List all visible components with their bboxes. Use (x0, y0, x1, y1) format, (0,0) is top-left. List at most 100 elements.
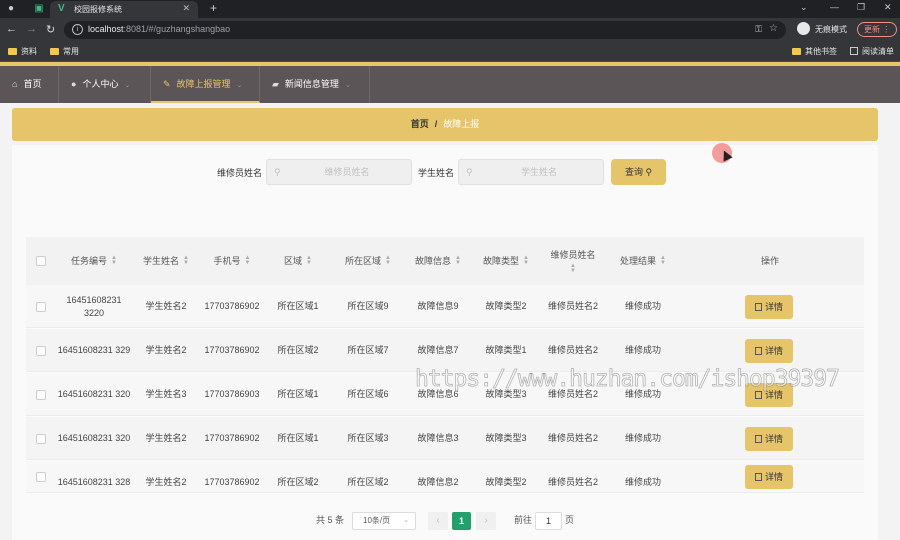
forward-arrow-icon[interactable]: → (26, 23, 37, 35)
key-icon[interactable]: ⚿ (755, 24, 762, 35)
sort-icon[interactable]: ▲ ▼ (183, 255, 189, 266)
nav-item-personal-center[interactable]: ● 个人中心 ⌄ (59, 66, 151, 103)
cell-area: 所在区域2 (277, 477, 319, 487)
vue-logo-icon: V (58, 3, 65, 14)
cell-student-name: 学生姓名2 (145, 345, 187, 355)
nav-item-fault-report-management[interactable]: ✎ 故障上报管理 ⌄ (151, 66, 260, 103)
top-navigation: ⌂ 首页 ● 个人中心 ⌄ ✎ 故障上报管理 ⌄ ▰ 新闻信息管理 ⌄ (0, 66, 900, 103)
bookmarks-bar: 资料 常用 其他书签 阅读清单 (0, 42, 900, 62)
bookmark-star-icon[interactable]: ☆ (769, 23, 778, 34)
column-header-student-name[interactable]: 学生姓名 ▲ ▼ (132, 237, 200, 285)
column-header-phone[interactable]: 手机号 ▲ ▼ (200, 237, 264, 285)
chevron-down-icon: ⌄ (344, 82, 351, 89)
cell-fault-info: 故障信息2 (417, 477, 459, 487)
cell-student-name: 学生姓名2 (145, 301, 187, 311)
column-header-fault-info[interactable]: 故障信息 ▲ ▼ (404, 237, 472, 285)
student-name-field[interactable]: ⚲ (458, 159, 604, 185)
cell-task-no: 16451608231 320 (57, 433, 131, 443)
column-header-repairer[interactable]: 维修员姓名 ▲ ▼ (540, 237, 606, 285)
search-icon: ⚲ (274, 167, 281, 177)
cell-fault-type: 故障类型2 (485, 477, 527, 487)
incognito-label: 无痕模式 (815, 25, 847, 34)
row-checkbox[interactable] (36, 434, 46, 444)
browser-menu-icon[interactable]: ● (4, 2, 18, 16)
row-checkbox[interactable] (36, 390, 46, 400)
minimize-icon[interactable]: — (830, 2, 839, 12)
student-name-input[interactable] (479, 165, 599, 179)
tab-search-icon[interactable]: ⌄ (800, 2, 808, 13)
search-icon: ⚲ (645, 167, 653, 177)
page-size-select[interactable]: 10条/页 ⌄ (352, 512, 416, 530)
sort-icon[interactable]: ▲ ▼ (455, 255, 461, 266)
incognito-avatar-icon[interactable] (797, 22, 810, 35)
repairer-name-input[interactable] (287, 165, 407, 179)
column-header-area[interactable]: 区域 ▲ ▼ (264, 237, 332, 285)
cell-location: 所在区域2 (347, 477, 389, 487)
search-icon: ⚲ (466, 167, 473, 177)
sort-icon[interactable]: ▲ ▼ (245, 255, 251, 266)
site-info-icon[interactable]: i (72, 24, 83, 35)
column-header-result[interactable]: 处理结果 ▲ ▼ (606, 237, 680, 285)
reading-list[interactable]: 阅读清单 (850, 46, 894, 57)
sort-icon[interactable]: ▲ ▼ (306, 255, 312, 266)
sort-icon[interactable]: ▲ ▼ (660, 255, 666, 266)
bookmark-folder-changyong[interactable]: 常用 (50, 46, 79, 57)
detail-button[interactable]: 详情 (745, 465, 793, 489)
goto-page-input[interactable]: 1 (535, 512, 562, 530)
cell-fault-info: 故障信息9 (417, 301, 459, 311)
other-bookmarks[interactable]: 其他书签 (792, 46, 837, 57)
row-checkbox[interactable] (36, 472, 46, 482)
breadcrumb-home[interactable]: 首页 (411, 119, 429, 129)
column-header-location[interactable]: 所在区域 ▲ ▼ (332, 237, 404, 285)
next-page-button[interactable]: › (476, 512, 496, 530)
chevron-down-icon: ⌄ (403, 517, 409, 524)
cell-location: 所在区域7 (347, 345, 389, 355)
column-header-task-no[interactable]: 任务编号 ▲ ▼ (56, 237, 132, 285)
detail-button[interactable]: 详情 (745, 339, 793, 363)
cell-phone: 17703786902 (204, 345, 260, 355)
query-button[interactable]: 查询 ⚲ (611, 159, 666, 185)
document-icon (754, 347, 762, 355)
folder-icon (50, 48, 59, 55)
cell-result: 维修成功 (624, 477, 661, 487)
repairer-name-field[interactable]: ⚲ (266, 159, 412, 185)
window-close-icon[interactable]: ✕ (884, 2, 892, 13)
maximize-icon[interactable]: ❐ (857, 2, 865, 13)
sort-icon[interactable]: ▲ ▼ (385, 255, 391, 266)
update-button[interactable]: 更新 ⋮ (857, 22, 897, 37)
detail-button[interactable]: 详情 (745, 427, 793, 451)
url-input[interactable]: i localhost:8081/#/guzhangshangbao ⚿ ☆ (64, 21, 786, 39)
sort-icon[interactable]: ▲ ▼ (570, 263, 576, 274)
browser-tab-active[interactable]: V 校园报修系统 ✕ (50, 1, 198, 18)
table-row: 16451608231 320 学生姓名2 17703786902 所在区域1 … (26, 417, 864, 460)
back-arrow-icon[interactable]: ← (6, 23, 17, 35)
home-icon: ⌂ (12, 79, 18, 89)
document-icon (754, 391, 762, 399)
document-icon (754, 303, 762, 311)
sort-icon[interactable]: ▲ ▼ (111, 255, 117, 266)
new-tab-button[interactable]: + (210, 1, 217, 15)
bookmark-folder-ziliao[interactable]: 资料 (8, 46, 37, 57)
row-checkbox[interactable] (36, 346, 46, 356)
cell-fault-type: 故障类型2 (485, 301, 527, 311)
cell-repairer: 维修员姓名2 (547, 433, 598, 443)
detail-button[interactable]: 详情 (745, 295, 793, 319)
page-number-current[interactable]: 1 (452, 512, 471, 530)
pinned-tab-icon[interactable]: ▣ (32, 2, 46, 16)
user-icon: ● (71, 79, 77, 89)
reload-icon[interactable]: ↻ (46, 23, 55, 36)
document-icon (754, 435, 762, 443)
select-all-checkbox[interactable] (36, 256, 46, 266)
table-row: 16451608231 328 学生姓名2 17703786902 所在区域2 … (26, 461, 864, 493)
pagination-total: 共 5 条 (316, 515, 345, 525)
column-header-fault-type[interactable]: 故障类型 ▲ ▼ (472, 237, 540, 285)
nav-item-home[interactable]: ⌂ 首页 (0, 66, 59, 103)
nav-item-news-management[interactable]: ▰ 新闻信息管理 ⌄ (260, 66, 370, 103)
sort-icon[interactable]: ▲ ▼ (523, 255, 529, 266)
cell-task-no: 16451608231 328 (57, 477, 131, 487)
tab-close-icon[interactable]: ✕ (182, 3, 190, 14)
row-checkbox[interactable] (36, 302, 46, 312)
edit-icon: ✎ (163, 79, 171, 89)
prev-page-button[interactable]: ‹ (428, 512, 448, 530)
breadcrumb: 首页 / 故障上报 (12, 108, 878, 141)
